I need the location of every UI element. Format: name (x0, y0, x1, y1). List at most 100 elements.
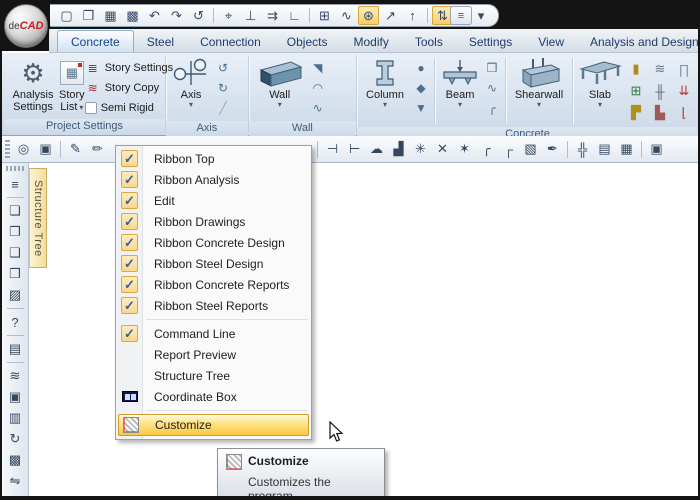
menu-item-ribbon-concrete-design[interactable]: ✓ Ribbon Concrete Design (116, 232, 311, 253)
checked-checkbox-icon[interactable]: ✓ (121, 297, 138, 314)
dashed-grid-icon[interactable]: ╬ (572, 139, 593, 160)
semi-rigid-toggle[interactable]: Semi Rigid (85, 98, 173, 118)
beam-button[interactable]: Beam ▾ (438, 56, 482, 108)
menu-item-ribbon-concrete-reports[interactable]: ✓ Ribbon Concrete Reports (116, 274, 311, 295)
array-copy-icon[interactable]: ▩ (5, 450, 26, 470)
polygon-slab-icon[interactable]: ⌊ (681, 105, 686, 121)
checked-checkbox-icon[interactable]: ✓ (121, 255, 138, 272)
select-region-icon[interactable]: ▧ (520, 139, 541, 160)
snap-options-caret-icon[interactable]: ▾ (476, 6, 486, 25)
axis-button[interactable]: Axis ▾ (169, 56, 213, 108)
menu-item-customize[interactable]: Customize (118, 414, 309, 436)
curve-snap-lock-icon[interactable]: ∿ (336, 6, 357, 25)
corner-wall-icon[interactable]: ◥ (308, 58, 328, 78)
load-arrows-icon[interactable]: ⇊ (679, 83, 690, 99)
revision-cloud-icon[interactable]: ☁ (366, 139, 387, 160)
column-button[interactable]: Column ▾ (359, 56, 411, 108)
arc-beam-icon[interactable]: ╭ (482, 98, 502, 118)
checked-checkbox-icon[interactable]: ✓ (121, 276, 138, 293)
raster-grid-icon[interactable]: ▦ (616, 139, 637, 160)
menu-item-command-line[interactable]: ✓ Command Line (116, 323, 311, 344)
circular-axis-icon[interactable]: ↻ (213, 78, 233, 98)
node-snap-lock-icon[interactable]: ⊛ (358, 6, 379, 25)
select-story-icon[interactable]: ❑ (5, 243, 26, 263)
analysis-settings-button[interactable]: ⚙ Analysis Settings (7, 56, 59, 113)
slab-button[interactable]: Slab ▾ (576, 56, 624, 108)
toolbar-grip[interactable] (5, 140, 10, 158)
diagram-icon[interactable]: ▟ (388, 139, 409, 160)
corner-icon[interactable]: ∟ (284, 6, 305, 25)
semi-rigid-checkbox[interactable] (85, 102, 97, 114)
circular-column-icon[interactable]: ● (411, 58, 431, 78)
curved-wall-icon[interactable]: ∿ (308, 98, 328, 118)
menu-item-ribbon-drawings[interactable]: ✓ Ribbon Drawings (116, 211, 311, 232)
extend-icon[interactable]: ⊢ (344, 139, 365, 160)
checked-checkbox-icon[interactable]: ✓ (121, 213, 138, 230)
tab-concrete[interactable]: Concrete (57, 30, 134, 52)
delete-node-icon[interactable]: ✕ (432, 139, 453, 160)
material-icon[interactable]: ▮ (632, 61, 639, 77)
polygonal-column-icon[interactable]: ◆ (411, 78, 431, 98)
story-copy-tool-icon[interactable]: ≋ (5, 366, 26, 386)
checked-checkbox-icon[interactable]: ✓ (121, 171, 138, 188)
properties-document-icon[interactable]: ▤ (5, 339, 26, 359)
new-file-icon[interactable]: ▢ (56, 6, 77, 25)
menu-item-ribbon-steel-reports[interactable]: ✓ Ribbon Steel Reports (116, 295, 311, 316)
tab-settings[interactable]: Settings (456, 31, 525, 52)
report-book-icon[interactable]: ▤ (594, 139, 615, 160)
image-viewer-icon[interactable]: ▣ (646, 139, 667, 160)
tab-analysis-and-design[interactable]: Analysis and Design (577, 31, 700, 52)
trim-icon[interactable]: ⊣ (322, 139, 343, 160)
select-similar-icon[interactable]: ❒ (5, 264, 26, 284)
select-icon[interactable]: ❏ (5, 201, 26, 221)
save-all-icon[interactable]: ▩ (122, 6, 143, 25)
hatch-grid-icon[interactable]: ╫ (655, 84, 664, 99)
story-copy-button[interactable]: ≋ Story Copy (85, 78, 173, 98)
structure-tree-tab[interactable]: Structure Tree (29, 168, 47, 268)
section-box-icon[interactable]: ⊞ (631, 83, 642, 99)
structure-list-icon[interactable]: ≡ (5, 174, 26, 194)
checked-checkbox-icon[interactable]: ✓ (121, 150, 138, 167)
app-logo[interactable]: deCAD (4, 4, 48, 48)
corner-slab-icon[interactable]: ▛ (631, 105, 641, 121)
open-file-icon[interactable]: ❐ (78, 6, 99, 25)
undo-icon[interactable]: ↶ (144, 6, 165, 25)
checked-checkbox-icon[interactable]: ✓ (121, 234, 138, 251)
menu-item-report-preview[interactable]: Report Preview (116, 344, 311, 365)
perpendicular-icon[interactable]: ⊥ (240, 6, 261, 25)
color-picker-icon[interactable]: ✏ (87, 139, 108, 160)
tab-connection[interactable]: Connection (187, 31, 274, 52)
zoom-extents-icon[interactable]: ▣ (35, 139, 56, 160)
paste-icon[interactable]: ▥ (5, 408, 26, 428)
wall-button[interactable]: Wall ▾ (252, 56, 308, 108)
query-object-icon[interactable]: ? (5, 312, 26, 332)
menu-item-ribbon-steel-design[interactable]: ✓ Ribbon Steel Design (116, 253, 311, 274)
menu-item-ribbon-top[interactable]: ✓ Ribbon Top (116, 148, 311, 169)
story-list-button[interactable]: ▦ Story List ▾ (59, 56, 85, 113)
shearwall-button[interactable]: Shearwall ▾ (509, 56, 569, 108)
rotate-icon[interactable]: ↻ (5, 429, 26, 449)
pick-object-icon[interactable]: ✎ (65, 139, 86, 160)
grid-snap-lock-icon[interactable]: ⊞ (314, 6, 335, 25)
arc-wall-icon[interactable]: ◠ (308, 78, 328, 98)
toolbar-grip[interactable] (6, 166, 24, 171)
curved-beam-icon[interactable]: ∿ (482, 78, 502, 98)
rebar-lines-icon[interactable]: ≋ (655, 61, 666, 77)
select-region-left-icon[interactable]: ▨ (5, 285, 26, 305)
fillet-icon[interactable]: ╭ (476, 139, 497, 160)
menu-item-structure-tree[interactable]: Structure Tree (116, 365, 311, 386)
tab-view[interactable]: View (525, 31, 577, 52)
extend-snap-icon[interactable]: ↗ (380, 6, 401, 25)
undo-history-icon[interactable]: ↺ (188, 6, 209, 25)
small-slab-icon[interactable]: ∏ (679, 62, 690, 77)
chamfer-icon[interactable]: ┌ (498, 139, 519, 160)
redo-icon[interactable]: ↷ (166, 6, 187, 25)
menu-item-ribbon-analysis[interactable]: ✓ Ribbon Analysis (116, 169, 311, 190)
tab-objects[interactable]: Objects (274, 31, 341, 52)
select-add-icon[interactable]: ❐ (5, 222, 26, 242)
break-icon[interactable]: ✳ (410, 139, 431, 160)
tab-tools[interactable]: Tools (402, 31, 456, 52)
copy-icon[interactable]: ▣ (5, 387, 26, 407)
story-settings-button[interactable]: ≣ Story Settings (85, 58, 173, 78)
tab-steel[interactable]: Steel (134, 31, 187, 52)
